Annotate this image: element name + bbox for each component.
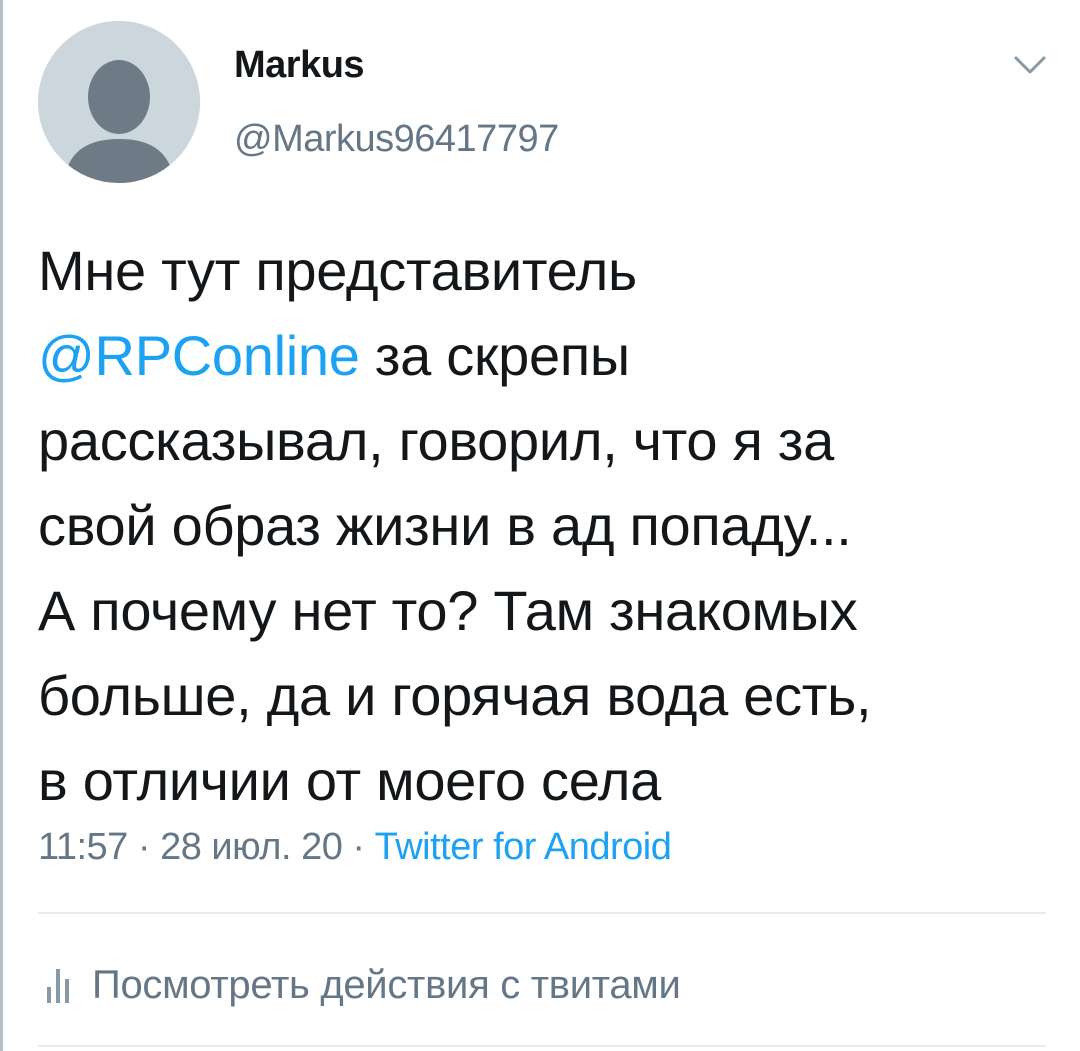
- tweet-text-line: рассказывал, говорил, что я за: [38, 409, 834, 472]
- view-tweet-activity-label: Посмотреть действия с твитами: [92, 962, 681, 1007]
- tweet-source-link[interactable]: Twitter for Android: [375, 826, 672, 868]
- bar-chart-icon: [47, 969, 69, 1003]
- tweet-text-fragment: за скрепы: [359, 324, 630, 387]
- meta-separator: ·: [127, 826, 161, 868]
- view-tweet-activity-button[interactable]: Посмотреть действия с твитами: [38, 950, 681, 1020]
- tweet-text-line: в отличии от моего села: [38, 749, 661, 812]
- tweet-time: 11:57: [38, 826, 128, 868]
- tweet-text: Мне тут представитель @RPConline за скре…: [38, 228, 1038, 823]
- window-edge: [0, 0, 3, 1051]
- default-profile-silhouette-icon: [38, 21, 200, 183]
- tweet-text-line: @RPConline за скрепы: [38, 313, 1038, 398]
- divider: [38, 1045, 1046, 1047]
- tweet-date: 28 июл. 20: [160, 826, 343, 868]
- tweet-text-line: свой образ жизни в ад попаду...: [38, 494, 852, 557]
- tweet-meta: 11:57 · 28 июл. 20 · Twitter for Android: [38, 826, 672, 869]
- divider: [38, 912, 1046, 914]
- tweet-text-line: Мне тут представитель: [38, 239, 637, 302]
- chevron-down-icon[interactable]: [1013, 54, 1047, 76]
- avatar[interactable]: [38, 21, 200, 183]
- mention-link[interactable]: @RPConline: [38, 324, 360, 387]
- tweet-text-line: А почему нет то? Там знакомых: [38, 579, 858, 642]
- tweet-card: Markus @Markus96417797 Мне тут представи…: [38, 0, 1048, 1051]
- user-handle[interactable]: @Markus96417797: [234, 118, 559, 161]
- meta-separator: ·: [342, 826, 375, 868]
- display-name[interactable]: Markus: [234, 44, 365, 87]
- tweet-text-line: больше, да и горячая вода есть,: [38, 664, 872, 727]
